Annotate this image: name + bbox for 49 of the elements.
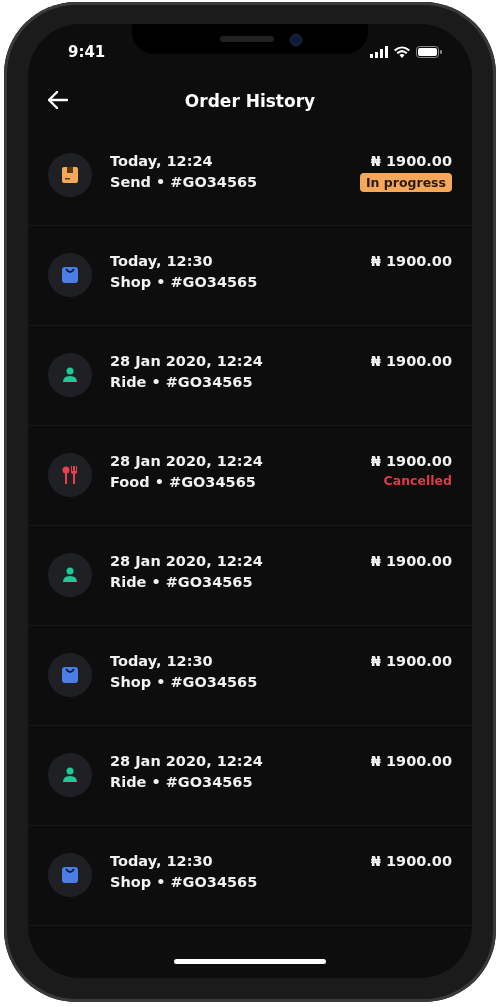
order-service-id: Ride • #GO34565 (110, 574, 254, 590)
order-date: 28 Jan 2020, 12:24 (110, 353, 264, 369)
signal-icon (370, 46, 388, 58)
order-row[interactable]: Today, 12:30 Shop • #GO34565 ₦ 1900.00 (28, 626, 472, 726)
order-service-id: Shop • #GO34565 (110, 874, 259, 890)
cutlery-icon (62, 466, 78, 484)
person-icon (62, 367, 78, 383)
page-title: Order History (184, 91, 316, 111)
order-row[interactable]: 28 Jan 2020, 12:24 Ride • #GO34565 ₦ 1900.00 (28, 726, 472, 826)
person-icon (62, 767, 78, 783)
order-date: 28 Jan 2020, 12:24 (110, 453, 264, 469)
order-service-id: Ride • #GO34565 (110, 774, 254, 790)
order-amount: ₦ 1900.00 (370, 253, 452, 269)
order-service-id: Ride • #GO34565 (110, 374, 254, 390)
order-date: Today, 12:30 (110, 853, 214, 869)
wifi-icon (394, 46, 410, 58)
back-arrow-icon (48, 91, 68, 109)
shopping-bag-icon (61, 666, 79, 684)
clock-time: 9:41 (68, 42, 106, 61)
order-date: 28 Jan 2020, 12:24 (110, 753, 264, 769)
back-button[interactable] (46, 89, 70, 111)
order-row[interactable]: Today, 12:30 Shop • #GO34565 ₦ 1900.00 (28, 826, 472, 926)
battery-icon (416, 46, 442, 58)
package-icon (61, 166, 79, 184)
order-amount: ₦ 1900.00 (370, 553, 452, 569)
order-service-id: Food • #GO34565 (110, 474, 257, 490)
order-date: Today, 12:30 (110, 253, 214, 269)
order-date: 28 Jan 2020, 12:24 (110, 553, 264, 569)
shopping-bag-icon (61, 266, 79, 284)
order-date: Today, 12:24 (110, 153, 214, 169)
order-service-id: Send • #GO34565 (110, 174, 259, 190)
order-amount: ₦ 1900.00 (370, 653, 452, 669)
status-badge: In progress (359, 173, 452, 192)
order-amount: ₦ 1900.00 (370, 153, 452, 169)
order-date: Today, 12:30 (110, 653, 214, 669)
order-amount: ₦ 1900.00 (370, 853, 452, 869)
order-row[interactable]: 28 Jan 2020, 12:24 Food • #GO34565 ₦ 1900.00 Cancelled (28, 426, 472, 526)
order-row[interactable]: 28 Jan 2020, 12:24 Ride • #GO34565 ₦ 1900.00 (28, 326, 472, 426)
order-amount: ₦ 1900.00 (370, 353, 452, 369)
order-amount: ₦ 1900.00 (370, 753, 452, 769)
shopping-bag-icon (61, 866, 79, 884)
person-icon (62, 567, 78, 583)
order-row[interactable]: 28 Jan 2020, 12:24 Ride • #GO34565 ₦ 1900.00 (28, 526, 472, 626)
status-label: Cancelled (383, 473, 452, 488)
order-service-id: Shop • #GO34565 (110, 674, 259, 690)
order-service-id: Shop • #GO34565 (110, 274, 259, 290)
order-amount: ₦ 1900.00 (370, 453, 452, 469)
order-row[interactable]: Today, 12:24 Send • #GO34565 ₦ 1900.00 In progress (28, 126, 472, 226)
order-row[interactable]: Today, 12:30 Shop • #GO34565 ₦ 1900.00 (28, 226, 472, 326)
